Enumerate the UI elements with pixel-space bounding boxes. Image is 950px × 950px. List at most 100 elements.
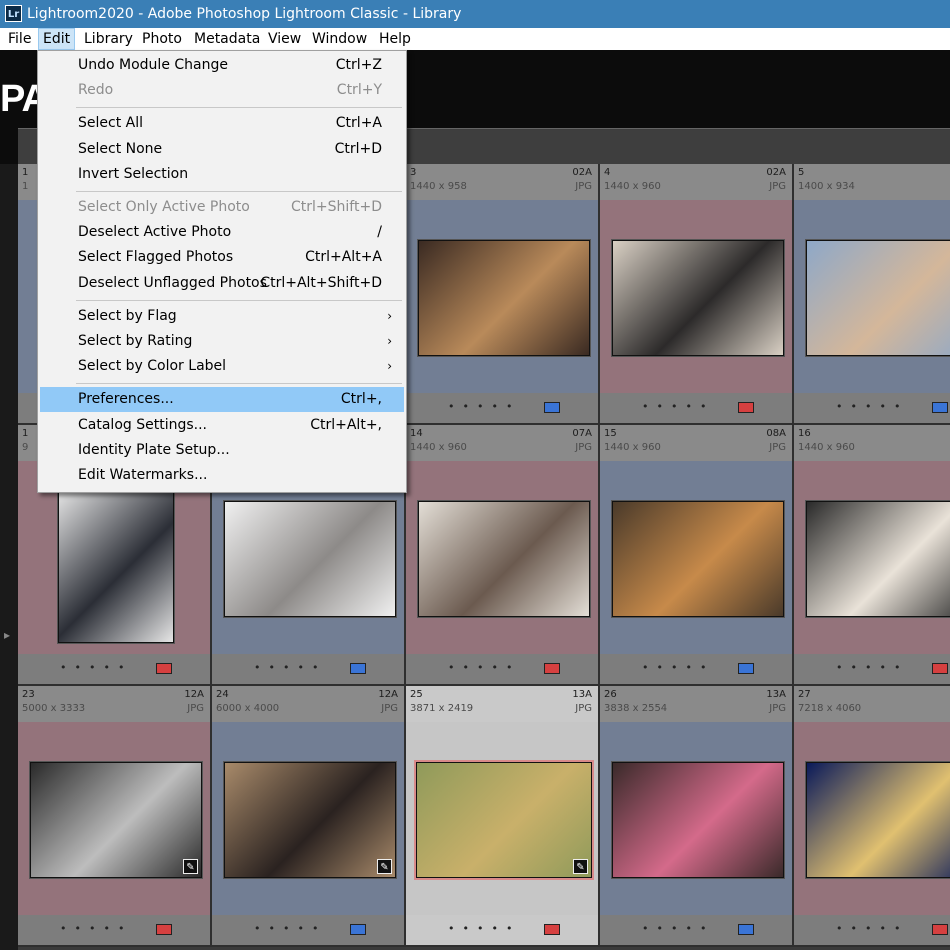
photo-code: 12A [378,689,398,700]
photo-cell[interactable]: 15 1440 x 960 08A JPG ••••• [600,425,794,686]
photo-dimensions: 1440 x 958 [410,181,467,192]
color-label-icon[interactable] [738,402,754,413]
menu-help[interactable]: Help [375,28,415,50]
menu-item-select-by-color-label[interactable]: Select by Color Label › [40,354,404,379]
cell-header: 24 6000 x 4000 12A JPG [212,686,404,722]
photo-thumbnail[interactable] [806,240,950,356]
menu-item-select-flagged-photos[interactable]: Select Flagged Photos Ctrl+Alt+A [40,245,404,270]
rating-dots[interactable]: ••••• [60,922,132,935]
submenu-arrow-icon: › [387,334,392,348]
photo-thumbnail[interactable] [418,240,590,356]
menu-item-shortcut: Ctrl+Alt+Shift+D [260,274,382,291]
color-label-icon[interactable] [932,663,948,674]
menu-item-select-by-rating[interactable]: Select by Rating › [40,329,404,354]
cell-footer: ••••• [406,393,598,423]
photo-cell[interactable]: 16 1440 x 960 ••••• [794,425,950,686]
rating-dots[interactable]: ••••• [836,400,908,413]
photo-cell[interactable]: 5 1400 x 934 ••••• [794,164,950,425]
rating-dots[interactable]: ••••• [254,661,326,674]
menu-file[interactable]: File [4,28,35,50]
photo-thumbnail[interactable] [224,501,396,617]
rating-dots[interactable]: ••••• [642,922,714,935]
menu-window[interactable]: Window [308,28,371,50]
menu-view[interactable]: View [264,28,305,50]
photo-dimensions: 3838 x 2554 [604,703,668,714]
menu-edit[interactable]: Edit [38,28,76,50]
color-label-icon[interactable] [156,924,172,935]
color-label-icon[interactable] [350,924,366,935]
photo-cell[interactable]: 24 6000 x 4000 12A JPG ✎ ••••• [212,686,406,947]
menu-item-shortcut: Ctrl+Y [336,82,382,99]
photo-dimensions: 1440 x 960 [410,442,467,453]
rating-dots[interactable]: ••••• [642,400,714,413]
menu-item-undo-module-change[interactable]: Undo Module Change Ctrl+Z [40,53,404,78]
cell-body: ✎ [18,722,210,915]
color-label-icon[interactable] [738,924,754,935]
photo-thumbnail[interactable] [612,762,784,878]
color-label-icon[interactable] [156,663,172,674]
rating-dots[interactable]: ••••• [642,661,714,674]
color-label-icon[interactable] [544,402,560,413]
cell-body: ✎ [212,722,404,915]
rating-dots[interactable]: ••••• [836,661,908,674]
cell-body [600,722,792,915]
photo-cell[interactable]: 23 5000 x 3333 12A JPG ✎ ••••• [18,686,212,947]
cell-footer: ••••• [794,393,950,423]
menu-item-label: Select None [78,140,163,157]
rating-dots[interactable]: ••••• [836,922,908,935]
menu-photo[interactable]: Photo [138,28,186,50]
color-label-icon[interactable] [544,924,560,935]
menu-item-invert-selection[interactable]: Invert Selection [40,162,404,187]
menu-metadata[interactable]: Metadata [190,28,264,50]
photo-thumbnail[interactable] [612,240,784,356]
menu-item-deselect-active-photo[interactable]: Deselect Active Photo / [40,220,404,245]
photo-thumbnail[interactable]: ✎ [30,762,202,878]
rating-dots[interactable]: ••••• [448,661,520,674]
menu-item-select-all[interactable]: Select All Ctrl+A [40,111,404,136]
photo-thumbnail[interactable] [612,501,784,617]
photo-code: 12A [184,689,204,700]
rating-dots[interactable]: ••••• [448,400,520,413]
photo-cell[interactable]: 25 3871 x 2419 13A JPG ✎ ••••• [406,686,600,947]
menu-item-preferences[interactable]: Preferences... Ctrl+, [40,387,404,413]
menu-library[interactable]: Library [80,28,137,50]
cell-footer: ••••• [18,915,210,945]
cell-footer: ••••• [212,654,404,684]
rating-dots[interactable]: ••••• [60,661,132,674]
photo-cell[interactable]: 4 1440 x 960 02A JPG ••••• [600,164,794,425]
photo-thumbnail[interactable]: ✎ [224,762,396,878]
cell-body [794,200,950,393]
photo-index: 15 [604,428,617,439]
photo-cell[interactable]: 3 1440 x 958 02A JPG ••••• [406,164,600,425]
menu-item-label: Identity Plate Setup... [78,441,230,458]
file-type: JPG [381,703,398,714]
menu-item-shortcut: Ctrl+Alt+, [310,416,382,433]
color-label-icon[interactable] [932,924,948,935]
cell-footer: ••••• [794,915,950,945]
photo-thumbnail[interactable] [806,762,950,878]
menu-item-identity-plate-setup[interactable]: Identity Plate Setup... [40,438,404,463]
cell-header: 27 7218 x 4060 [794,686,950,722]
menu-item-select-by-flag[interactable]: Select by Flag › [40,304,404,329]
photo-thumbnail[interactable]: ✎ [416,762,592,878]
menu-item-deselect-unflagged-photos[interactable]: Deselect Unflagged Photos Ctrl+Alt+Shift+… [40,271,404,296]
photo-thumbnail[interactable] [418,501,590,617]
menu-item-catalog-settings[interactable]: Catalog Settings... Ctrl+Alt+, [40,413,404,438]
color-label-icon[interactable] [932,402,948,413]
photo-cell[interactable]: 27 7218 x 4060 ••••• [794,686,950,947]
menu-item-select-none[interactable]: Select None Ctrl+D [40,137,404,162]
expand-panel-arrow-icon[interactable]: ▸ [4,628,10,642]
color-label-icon[interactable] [544,663,560,674]
menu-item-edit-watermarks[interactable]: Edit Watermarks... [40,463,404,488]
photo-thumbnail[interactable] [806,501,950,617]
photo-index: 27 [798,689,811,700]
photo-cell[interactable]: 26 3838 x 2554 13A JPG ••••• [600,686,794,947]
photo-thumbnail[interactable] [58,489,174,643]
color-label-icon[interactable] [350,663,366,674]
photo-cell[interactable]: 14 1440 x 960 07A JPG ••••• [406,425,600,686]
color-label-icon[interactable] [738,663,754,674]
rating-dots[interactable]: ••••• [448,922,520,935]
cell-header: 5 1400 x 934 [794,164,950,200]
rating-dots[interactable]: ••••• [254,922,326,935]
menu-item-label: Edit Watermarks... [78,467,208,483]
